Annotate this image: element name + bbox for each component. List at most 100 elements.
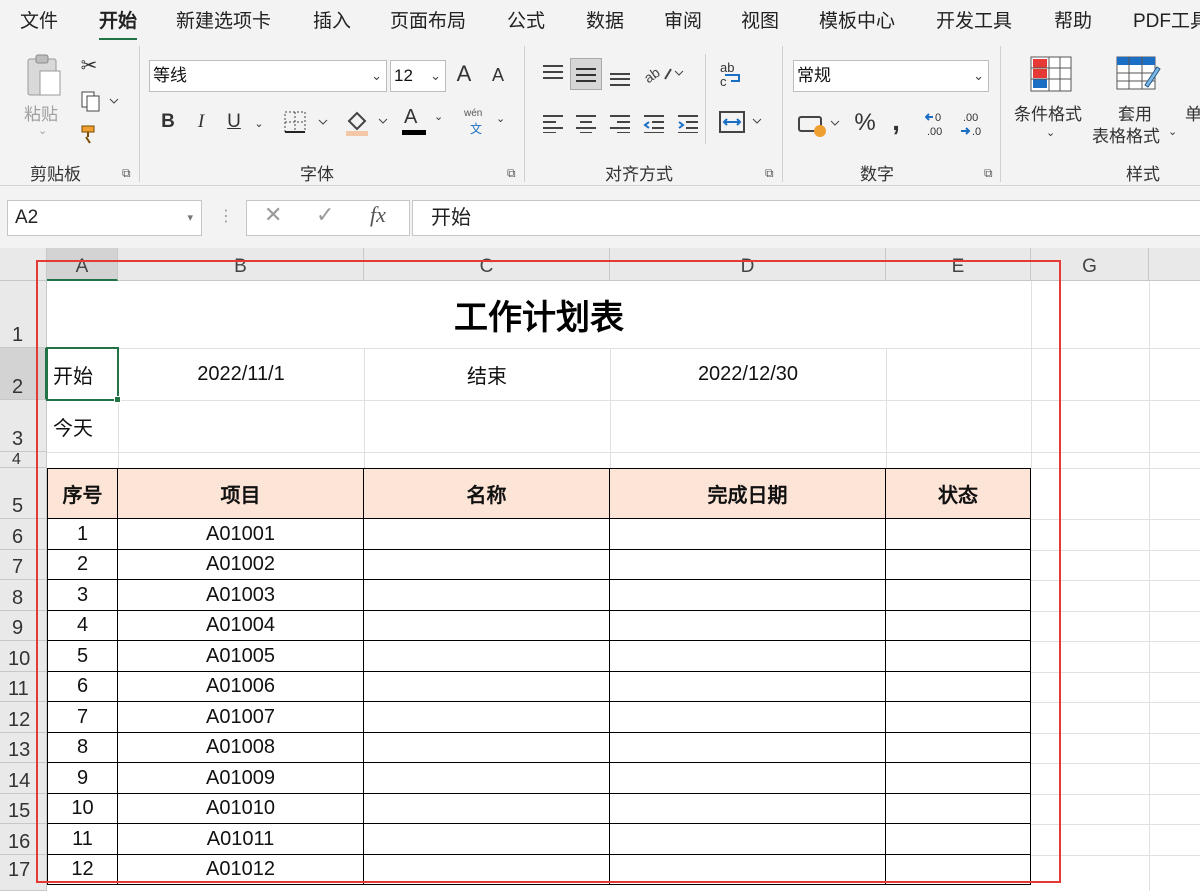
cell-styles-label-partial[interactable]: 单 [1185, 100, 1200, 125]
format-as-table-icon[interactable] [1114, 54, 1162, 94]
tab-home[interactable]: 开始 [99, 6, 138, 41]
column-header-next[interactable] [1149, 248, 1200, 281]
align-middle-icon[interactable] [573, 62, 599, 88]
comma-style-button[interactable]: , [886, 105, 906, 136]
italic-button[interactable]: I [190, 108, 212, 136]
align-bottom-icon[interactable] [607, 64, 633, 90]
ribbon-tab-bar: 文件 开始 新建选项卡 插入 页面布局 公式 数据 审阅 视图 模板中心 开发工… [0, 0, 1200, 41]
tab-template-center[interactable]: 模板中心 [819, 6, 895, 33]
svg-text:ab: ab [720, 60, 734, 75]
svg-text:ab: ab [641, 64, 663, 86]
tab-data[interactable]: 数据 [586, 6, 624, 33]
borders-icon[interactable] [282, 108, 330, 136]
alignment-launcher-icon[interactable]: ⧉ [765, 166, 774, 181]
tab-view[interactable]: 视图 [741, 6, 779, 33]
bold-button[interactable]: B [156, 108, 180, 136]
ribbon: 粘贴 ⌄ ✂ 剪贴板 ⧉ 等线 ⌄ 12 ⌄ A A B I U ⌄ A ⌄ w… [0, 40, 1200, 186]
conditional-formatting-icon[interactable] [1028, 54, 1074, 94]
alignment-group-label: 对齐方式 [605, 165, 673, 184]
decrease-indent-icon[interactable] [641, 110, 667, 136]
svg-text:c: c [720, 74, 727, 89]
tab-review[interactable]: 审阅 [664, 6, 702, 33]
font-color-icon[interactable]: A ⌄ [400, 106, 448, 138]
number-format-value: 常规 [797, 66, 831, 85]
increase-indent-icon[interactable] [675, 110, 701, 136]
gridline [1149, 281, 1150, 891]
percent-style-button[interactable]: % [852, 108, 878, 138]
clipboard-group-label: 剪贴板 [30, 165, 81, 184]
font-size-select[interactable]: 12 ⌄ [390, 60, 446, 92]
format-painter-icon[interactable] [78, 122, 102, 146]
chevron-down-icon: ⌄ [430, 68, 441, 83]
spreadsheet-grid: A B C D E G 1 2 3 4 5 6 7 8 9 10 11 12 1… [0, 248, 1200, 891]
group-separator [139, 46, 140, 182]
chevron-down-icon[interactable]: ⌄ [1046, 126, 1055, 139]
font-family-value: 等线 [153, 66, 187, 85]
group-separator [782, 46, 783, 182]
formula-input-value: 开始 [431, 207, 471, 229]
align-center-icon[interactable] [573, 110, 599, 136]
font-color-letter: A [404, 106, 418, 128]
paste-label[interactable]: 粘贴 [24, 100, 58, 125]
cancel-icon[interactable]: ✕ [264, 202, 282, 228]
align-right-icon[interactable] [607, 110, 633, 136]
number-group-label: 数字 [860, 165, 894, 184]
phonetic-guide-icon[interactable]: wén 文 ⌄ [460, 106, 512, 138]
tab-formulas[interactable]: 公式 [507, 6, 545, 33]
orientation-icon[interactable]: ab [640, 58, 686, 88]
insert-function-icon[interactable]: fx [370, 202, 386, 228]
name-box-value: A2 [15, 207, 39, 228]
chevron-down-icon[interactable]: ⌄ [1168, 125, 1177, 138]
copy-icon[interactable] [78, 88, 122, 114]
highlight-box [36, 260, 1061, 883]
decrease-decimal-icon[interactable]: .00.0 [958, 108, 988, 140]
chevron-down-icon: ▾ [187, 212, 193, 224]
grow-font-icon[interactable]: A [452, 60, 476, 88]
align-top-icon[interactable] [540, 60, 566, 86]
cut-icon[interactable]: ✂ [78, 52, 100, 78]
wrap-text-icon[interactable]: ab c [716, 58, 748, 90]
tab-developer[interactable]: 开发工具 [936, 6, 1012, 33]
tab-new-tab[interactable]: 新建选项卡 [176, 6, 271, 33]
tab-insert[interactable]: 插入 [313, 6, 351, 33]
font-size-value: 12 [394, 66, 413, 85]
chevron-down-icon: ⌄ [371, 68, 382, 83]
accounting-format-icon[interactable] [796, 108, 844, 140]
formula-bar: A2 ▾ ⋮ ✕ ✓ fx 开始 [0, 186, 1200, 248]
chevron-down-icon: ⌄ [973, 68, 984, 83]
increase-decimal-icon[interactable]: 0.00 [924, 108, 954, 140]
svg-text:.00: .00 [963, 112, 978, 124]
fill-color-icon[interactable] [342, 106, 390, 138]
align-left-icon[interactable] [540, 110, 566, 136]
phonetic-bottom: 文 [470, 122, 483, 136]
font-family-select[interactable]: 等线 ⌄ [149, 60, 387, 92]
svg-text:.0: .0 [972, 126, 981, 138]
clipboard-launcher-icon[interactable]: ⧉ [122, 166, 131, 181]
styles-group-label: 样式 [1126, 165, 1160, 184]
underline-dropdown-icon[interactable]: ⌄ [252, 110, 266, 136]
group-separator [524, 46, 525, 182]
font-launcher-icon[interactable]: ⧉ [507, 166, 516, 181]
shrink-font-icon[interactable]: A [486, 62, 510, 88]
paste-dropdown-icon[interactable]: ⌄ [38, 124, 47, 137]
tab-page-layout[interactable]: 页面布局 [390, 6, 466, 33]
number-format-select[interactable]: 常规 ⌄ [793, 60, 989, 92]
more-options-icon[interactable]: ⋮ [218, 206, 234, 226]
svg-text:0: 0 [935, 112, 941, 124]
tab-pdf-tools[interactable]: PDF工具 [1133, 6, 1200, 33]
merge-center-icon[interactable] [716, 106, 768, 138]
group-separator [705, 54, 706, 144]
formula-input[interactable]: 开始 [412, 200, 1200, 236]
tab-file[interactable]: 文件 [20, 6, 58, 33]
enter-icon[interactable]: ✓ [316, 202, 334, 228]
paste-icon[interactable] [22, 52, 66, 100]
underline-button[interactable]: U [222, 108, 246, 136]
format-as-table-label-2[interactable]: 表格格式 [1092, 122, 1160, 147]
name-box[interactable]: A2 ▾ [7, 200, 202, 236]
phonetic-top: wén [464, 108, 483, 119]
number-launcher-icon[interactable]: ⧉ [984, 166, 993, 181]
tab-help[interactable]: 帮助 [1054, 6, 1092, 33]
svg-text:.00: .00 [927, 126, 942, 138]
font-group-label: 字体 [300, 165, 334, 184]
conditional-formatting-label[interactable]: 条件格式 [1014, 100, 1082, 125]
